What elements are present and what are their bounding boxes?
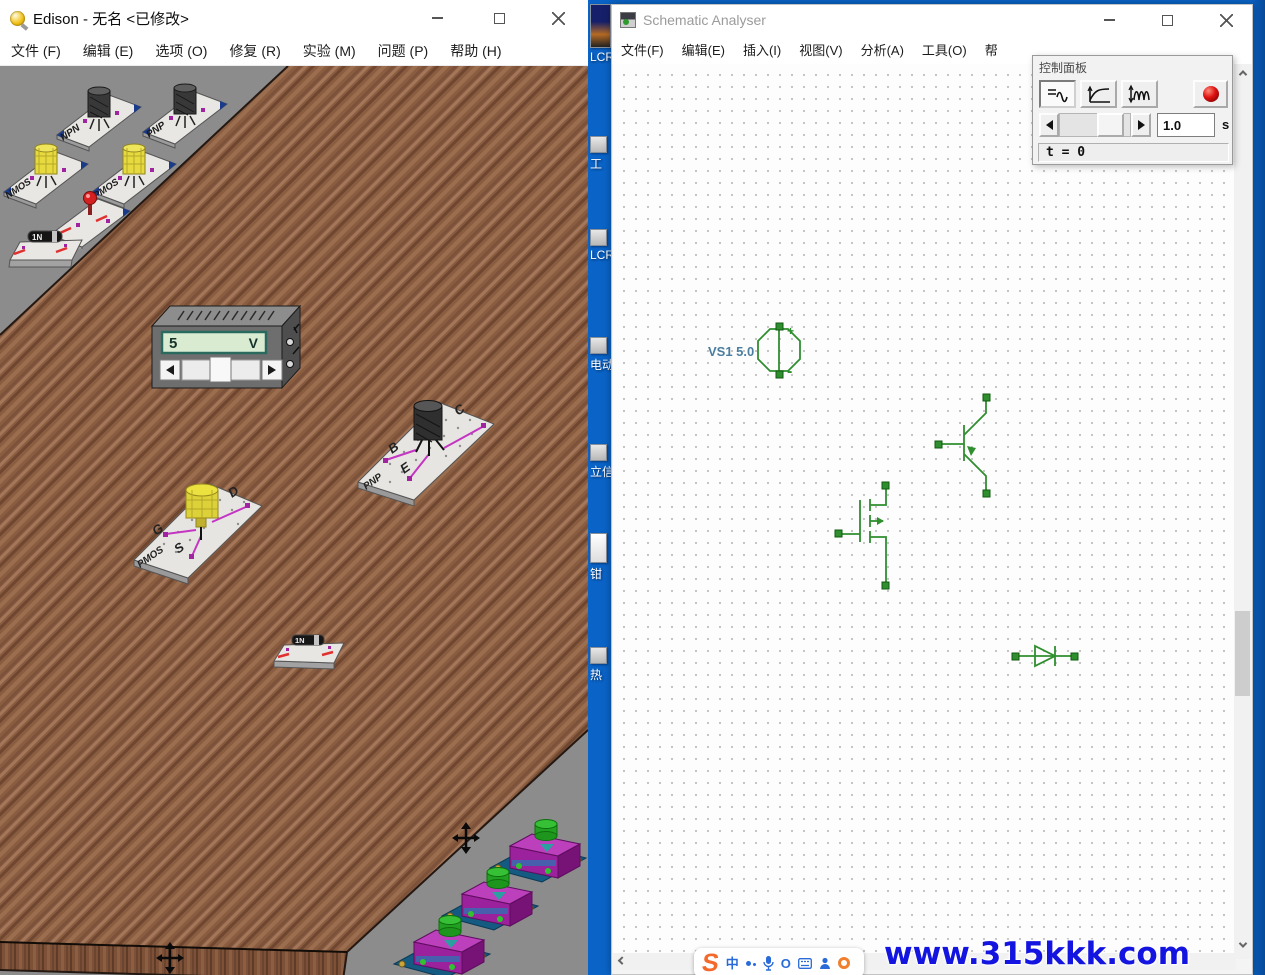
close-button[interactable] <box>1204 5 1248 35</box>
mosfet-symbol[interactable] <box>835 482 889 589</box>
time-scrollbar[interactable] <box>1059 113 1131 137</box>
maximize-button[interactable] <box>477 0 521 36</box>
record-ball-icon <box>1203 86 1219 102</box>
power-supply-meter[interactable]: 5 V <box>150 302 302 396</box>
table-move-handle-icon[interactable] <box>452 822 480 854</box>
left-arrow-icon <box>1041 120 1053 130</box>
table-pmos-tile[interactable]: D G S PMOS <box>126 474 266 586</box>
desktop-icon-label: 钳 <box>590 565 602 582</box>
schematic-window-title: Schematic Analyser <box>643 12 766 28</box>
desktop-icon-image <box>590 337 607 354</box>
lightbulb-app-icon <box>10 11 25 26</box>
schematic-app-icon <box>620 12 636 28</box>
vs1-reference-label: VS1 5.0 <box>708 344 754 359</box>
desktop-right-edge <box>1251 0 1265 975</box>
edison-menubar: 文件 (F)编辑 (E)选项 (O)修复 (R)实验 (M)问题 (P)帮助 (… <box>0 36 588 66</box>
desktop-icon-image <box>590 647 607 664</box>
shelf-diode-marking: 1N <box>32 233 42 242</box>
watermark-text: www.315kkk.com <box>884 936 1190 972</box>
meter-display-unit: V <box>249 335 259 351</box>
minimize-button[interactable] <box>1087 5 1131 35</box>
menu-item[interactable]: 文件(F) <box>612 40 673 59</box>
control-panel-title: 控制面板 <box>1033 56 1232 77</box>
menu-item[interactable]: 视图(V) <box>790 40 851 59</box>
keyboard-icon[interactable] <box>798 958 812 969</box>
table-diode-tile[interactable]: 1N <box>270 631 350 673</box>
menu-item[interactable]: 插入(I) <box>734 40 790 59</box>
scroll-down-button[interactable] <box>1234 936 1251 953</box>
ac-sweep-icon <box>1127 84 1153 104</box>
sogou-logo-icon[interactable]: S <box>700 951 720 975</box>
menu-item[interactable]: 分析(A) <box>852 40 913 59</box>
desktop-icon-image <box>590 533 607 563</box>
schematic-canvas[interactable]: VS1 5.0 + - <box>613 64 1236 953</box>
menu-item[interactable]: 文件 (F) <box>0 41 72 61</box>
menu-item[interactable]: 问题 (P) <box>367 41 440 61</box>
edison-window: Edison - 无名 <已修改> 文件 (F)编辑 (E)选项 (O)修复 (… <box>0 0 588 975</box>
ime-shape-toggle[interactable]: O <box>781 957 791 970</box>
menu-item[interactable]: 选项 (O) <box>144 41 218 61</box>
dc-waveform-icon <box>1045 84 1071 104</box>
menu-item[interactable]: 实验 (M) <box>292 41 367 61</box>
menu-item[interactable]: 帮 <box>976 40 1007 59</box>
table-pnp-transistor-tile[interactable]: C B E PNP <box>350 394 498 508</box>
ime-skin-icon[interactable] <box>838 957 850 969</box>
desktop-icon-image <box>590 229 607 246</box>
ime-punctuation-icon[interactable] <box>746 961 756 966</box>
time-scrollbar-thumb[interactable] <box>1097 113 1124 137</box>
menu-item[interactable]: 工具(O) <box>913 40 976 59</box>
shelf-potentiometer-tile[interactable] <box>392 914 492 975</box>
user-icon[interactable] <box>819 957 831 970</box>
time-unit-label: s <box>1222 117 1229 132</box>
menu-item[interactable]: 帮助 (H) <box>439 41 512 61</box>
control-panel-window: 控制面板 <box>1032 55 1233 165</box>
menu-item[interactable]: 编辑 (E) <box>72 41 145 61</box>
schematic-titlebar: Schematic Analyser <box>612 5 1252 35</box>
edison-titlebar: Edison - 无名 <已修改> <box>0 0 588 36</box>
time-step-input[interactable] <box>1157 113 1215 137</box>
schematic-symbols: VS1 5.0 + - <box>613 64 1236 953</box>
table-diode-marking: 1N <box>295 636 305 645</box>
vertical-scrollbar-thumb[interactable] <box>1235 611 1250 696</box>
desktop: LCR 工 LCR 电动 立信 钳 热 Edison - 无名 <已修改> <box>0 0 1265 975</box>
step-response-icon <box>1086 84 1112 104</box>
desktop-icon-image <box>590 444 607 461</box>
diode-symbol[interactable] <box>1012 646 1078 666</box>
edison-workbench: NPN PNP <box>0 66 588 975</box>
bjt-transistor-symbol[interactable] <box>935 394 990 497</box>
minimize-button[interactable] <box>415 0 459 36</box>
maximize-button[interactable] <box>1145 5 1189 35</box>
ime-toolbar[interactable]: S 中 O <box>694 948 864 975</box>
transient-mode-button[interactable] <box>1080 80 1117 108</box>
ime-language-toggle[interactable]: 中 <box>726 957 739 970</box>
right-arrow-icon <box>1138 120 1150 130</box>
vertical-scrollbar[interactable] <box>1234 64 1251 959</box>
scroll-up-button[interactable] <box>1234 64 1251 81</box>
vs1-plus-sign: + <box>787 324 794 338</box>
simulation-time-status: t = 0 <box>1038 143 1229 162</box>
desktop-icon-image <box>590 4 611 48</box>
run-simulation-button[interactable] <box>1193 80 1228 108</box>
scroll-left-button[interactable] <box>613 953 630 970</box>
desktop-icon-image <box>590 136 607 153</box>
meter-slider-thumb[interactable] <box>210 357 231 382</box>
meter-display-value: 5 <box>169 335 177 352</box>
ac-sweep-mode-button[interactable] <box>1121 80 1158 108</box>
desktop-icon-label: 热 <box>590 666 602 683</box>
vs1-minus-sign: - <box>787 363 792 380</box>
close-button[interactable] <box>536 0 580 36</box>
menu-item[interactable]: 修复 (R) <box>218 41 291 61</box>
shelf-diode-tile[interactable]: 1N <box>6 226 88 272</box>
dc-mode-button[interactable] <box>1039 80 1076 108</box>
microphone-icon[interactable] <box>763 956 774 971</box>
table-move-handle-icon[interactable] <box>156 942 184 974</box>
time-scroll-right-button[interactable] <box>1131 113 1151 137</box>
edison-window-title: Edison - 无名 <已修改> <box>33 8 189 29</box>
menu-item[interactable]: 编辑(E) <box>673 40 734 59</box>
desktop-icon-label: 工 <box>590 155 602 172</box>
time-scroll-left-button[interactable] <box>1039 113 1059 137</box>
